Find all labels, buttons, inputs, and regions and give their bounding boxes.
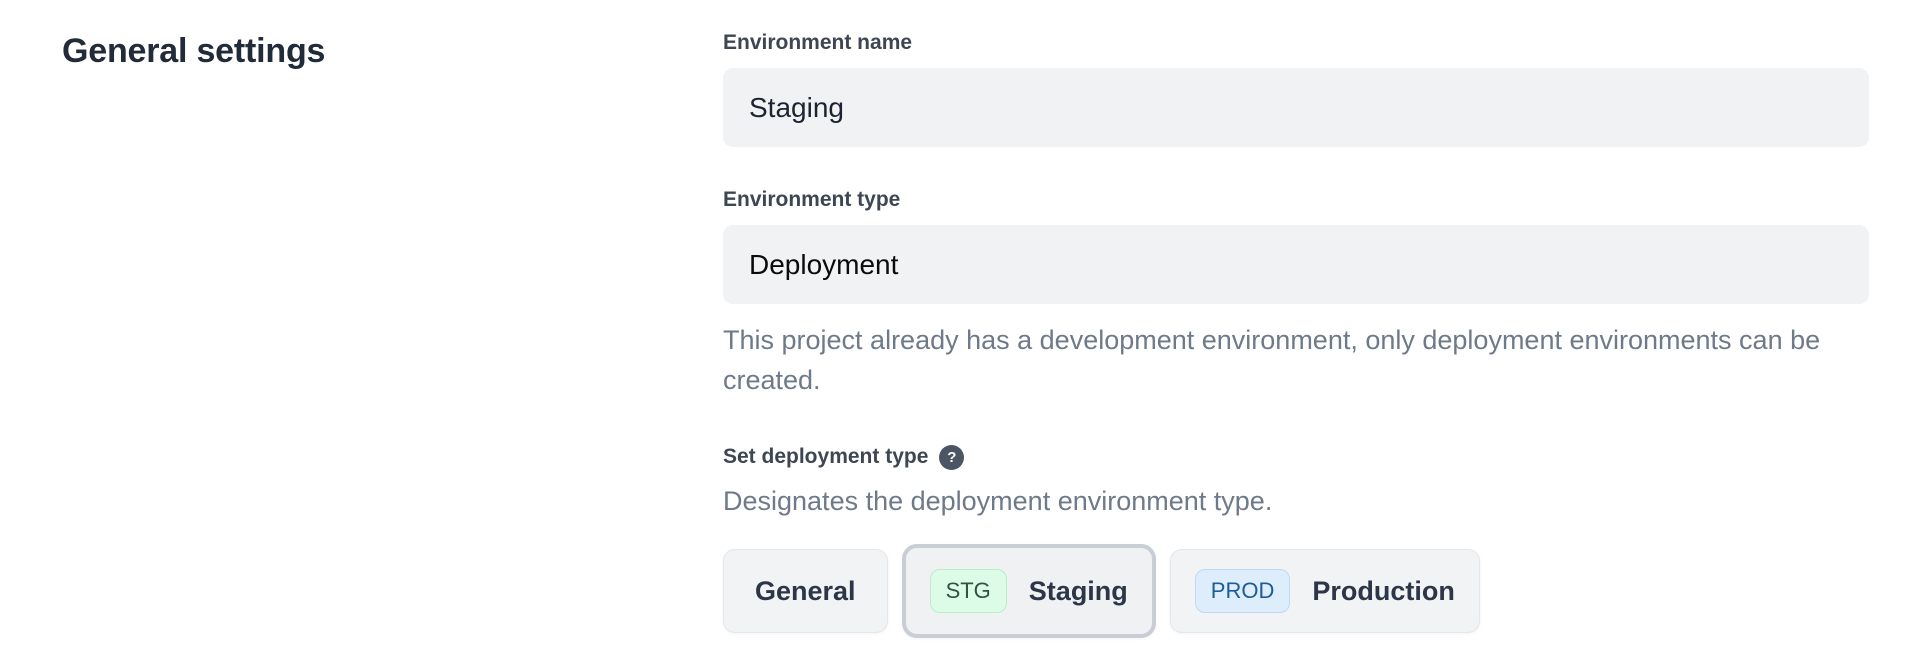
page-title: General settings [62,30,723,73]
deployment-type-label: Set deployment type [723,444,928,470]
general-settings-section: General settings Environment name Enviro… [0,0,1916,638]
deployment-type-description: Designates the deployment environment ty… [723,484,1869,518]
deployment-type-label-row: Set deployment type ? [723,444,1869,470]
deployment-option-general[interactable]: General [723,549,888,633]
section-heading-column: General settings [62,30,723,638]
production-badge: PROD [1195,569,1291,613]
environment-type-help-text: This project already has a development e… [723,320,1869,400]
environment-type-label: Environment type [723,187,1869,213]
deployment-option-staging-label: Staging [1029,576,1128,607]
settings-form: Environment name Environment type This p… [723,30,1869,638]
environment-name-input[interactable] [723,68,1869,147]
deployment-option-production-label: Production [1312,576,1455,607]
staging-badge: STG [930,569,1007,613]
deployment-option-production[interactable]: PROD Production [1170,549,1480,633]
deployment-type-options: General STG Staging PROD Production [723,544,1869,638]
question-mark-icon[interactable]: ? [939,445,964,470]
environment-name-label: Environment name [723,30,1869,56]
environment-type-input[interactable] [723,225,1869,304]
deployment-option-staging[interactable]: STG Staging [902,544,1156,638]
deployment-option-general-label: General [755,576,856,607]
